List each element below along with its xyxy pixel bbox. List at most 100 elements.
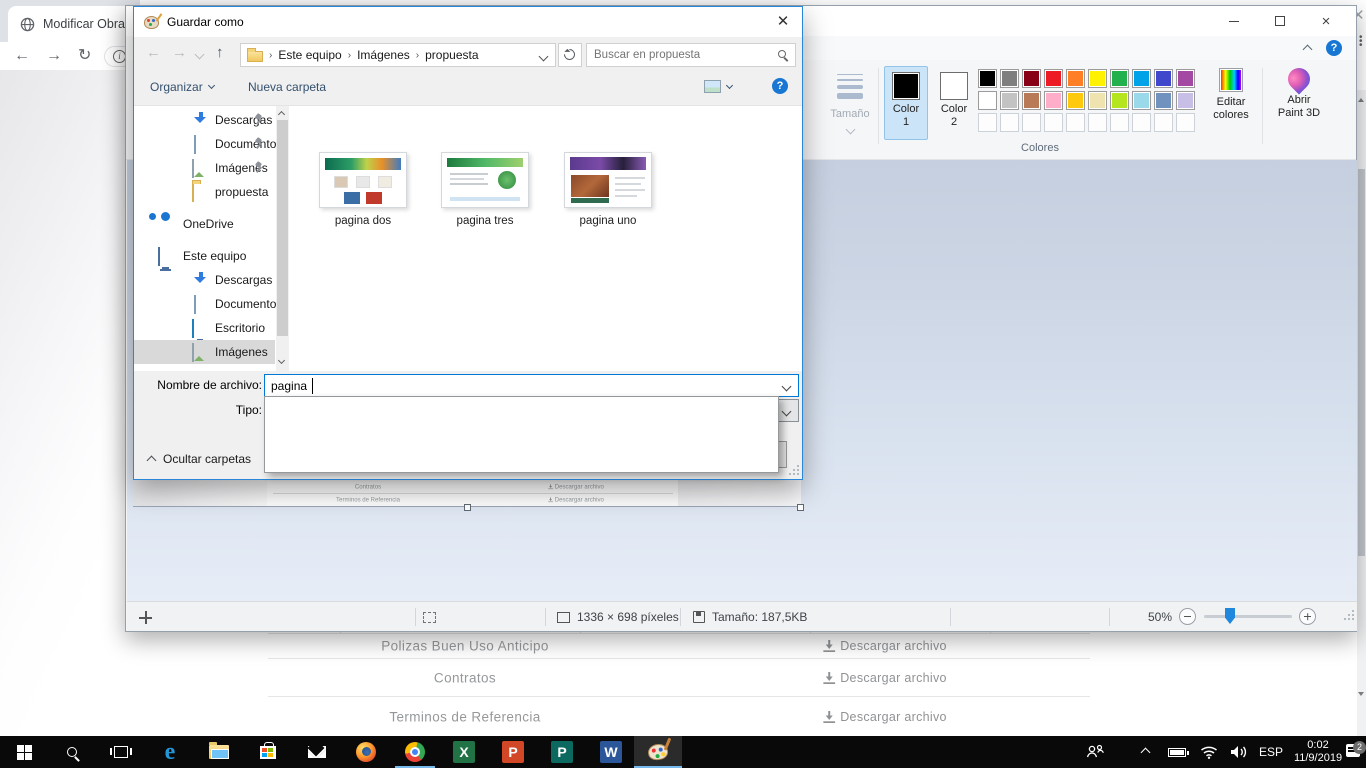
edit-colors-button[interactable]: Editar colores	[1204, 66, 1258, 122]
people-button[interactable]	[1082, 736, 1108, 768]
chrome-active-tab[interactable]: Modificar Obra/	[8, 6, 140, 42]
browser-forward-icon[interactable]: →	[46, 45, 62, 67]
nav-item-descargas[interactable]: Descargas	[134, 108, 275, 132]
volume-button[interactable]	[1226, 736, 1252, 768]
palette-swatch[interactable]	[1132, 91, 1151, 110]
network-button[interactable]	[1196, 736, 1222, 768]
powerpoint-button[interactable]: P	[489, 736, 537, 768]
palette-swatch[interactable]	[1066, 69, 1085, 88]
palette-swatch[interactable]	[1176, 91, 1195, 110]
zoom-slider-thumb[interactable]	[1225, 608, 1235, 624]
palette-swatch-empty[interactable]	[1066, 113, 1085, 132]
nav-item-documentos[interactable]: Documentos	[134, 132, 275, 156]
breadcrumb-item[interactable]: Imágenes	[357, 48, 410, 62]
palette-swatch[interactable]	[978, 69, 997, 88]
help-icon[interactable]: ?	[772, 78, 788, 94]
palette-swatch[interactable]	[978, 91, 997, 110]
nav-scrollbar[interactable]	[276, 106, 289, 371]
palette-swatch[interactable]	[1088, 91, 1107, 110]
nav-item-onedrive[interactable]: OneDrive	[134, 212, 275, 236]
scroll-up-icon[interactable]	[1358, 98, 1364, 102]
color2-button[interactable]: Color 2	[932, 66, 976, 140]
download-link[interactable]: Descargar archivo	[823, 671, 947, 685]
file-item[interactable]: pagina uno	[564, 152, 652, 227]
filename-autocomplete-dropdown[interactable]	[264, 396, 779, 473]
palette-swatch[interactable]	[1110, 69, 1129, 88]
scrollbar-thumb[interactable]	[1358, 169, 1365, 556]
palette-swatch-empty[interactable]	[1110, 113, 1129, 132]
publisher-button[interactable]: P	[538, 736, 586, 768]
scroll-up-icon[interactable]	[278, 111, 285, 118]
palette-swatch[interactable]	[1088, 69, 1107, 88]
palette-swatch[interactable]	[1000, 91, 1019, 110]
canvas-resize-handle[interactable]	[797, 504, 804, 511]
dialog-close-icon[interactable]: ✕	[766, 7, 800, 37]
collapse-ribbon-icon[interactable]	[1303, 45, 1313, 55]
file-explorer-button[interactable]	[195, 736, 243, 768]
maximize-button[interactable]	[1257, 6, 1303, 36]
chrome-button[interactable]	[391, 736, 439, 768]
breadcrumb-dropdown-icon[interactable]	[539, 52, 549, 62]
start-button[interactable]	[0, 736, 48, 768]
scroll-down-icon[interactable]	[278, 357, 285, 364]
firefox-button[interactable]	[342, 736, 390, 768]
palette-swatch[interactable]	[1110, 91, 1129, 110]
scrollbar-thumb[interactable]	[277, 120, 288, 336]
mail-button[interactable]	[293, 736, 341, 768]
show-hidden-icons-button[interactable]	[1134, 736, 1156, 768]
nav-item-imagenes[interactable]: Imágenes	[134, 156, 275, 180]
palette-swatch[interactable]	[1154, 69, 1173, 88]
palette-swatch-empty[interactable]	[1088, 113, 1107, 132]
size-button[interactable]: Tamaño	[826, 66, 874, 140]
palette-swatch-empty[interactable]	[1132, 113, 1151, 132]
zoom-slider[interactable]	[1204, 615, 1292, 618]
organize-button[interactable]: Organizar	[150, 80, 214, 94]
nav-item-descargas2[interactable]: Descargas	[134, 268, 275, 292]
palette-swatch[interactable]	[1132, 69, 1151, 88]
palette-swatch[interactable]	[1022, 69, 1041, 88]
dialog-resize-grip[interactable]	[789, 465, 799, 475]
palette-swatch-empty[interactable]	[978, 113, 997, 132]
color1-button[interactable]: Color 1	[884, 66, 928, 140]
recent-locations-icon[interactable]	[195, 50, 205, 60]
search-input[interactable]	[594, 46, 769, 64]
palette-swatch-empty[interactable]	[1000, 113, 1019, 132]
back-icon[interactable]: ←	[146, 44, 161, 61]
palette-swatch-empty[interactable]	[1022, 113, 1041, 132]
word-button[interactable]: W	[587, 736, 635, 768]
browser-reload-icon[interactable]: ↻	[78, 45, 91, 67]
clock-button[interactable]: 0:02 11/9/2019	[1290, 739, 1346, 765]
language-button[interactable]: ESP	[1254, 736, 1288, 768]
new-folder-button[interactable]: Nueva carpeta	[248, 80, 326, 94]
paint-button[interactable]	[634, 736, 682, 768]
breadcrumb-item[interactable]: propuesta	[425, 48, 478, 62]
filename-input[interactable]: pagina	[264, 374, 799, 397]
view-mode-button[interactable]	[704, 80, 732, 93]
up-icon[interactable]: ↑	[216, 44, 224, 61]
page-scrollbar[interactable]	[1357, 90, 1366, 736]
chrome-menu-icon[interactable]: •••	[1359, 36, 1363, 48]
palette-swatch[interactable]	[1022, 91, 1041, 110]
filetype-dropdown-icon[interactable]	[782, 407, 792, 417]
palette-swatch[interactable]	[1044, 91, 1063, 110]
palette-swatch[interactable]	[1044, 69, 1063, 88]
search-box[interactable]	[586, 43, 796, 67]
excel-button[interactable]: X	[440, 736, 488, 768]
file-item[interactable]: pagina dos	[319, 152, 407, 227]
breadcrumb[interactable]: › Este equipo › Imágenes › propuesta	[240, 43, 556, 67]
task-view-button[interactable]	[97, 736, 145, 768]
action-center-button[interactable]: 2	[1346, 736, 1366, 768]
download-link[interactable]: Descargar archivo	[823, 710, 947, 724]
nav-item-documentos2[interactable]: Documentos	[134, 292, 275, 316]
nav-item-este-equipo[interactable]: Este equipo	[134, 244, 275, 268]
zoom-out-button[interactable]	[1179, 608, 1196, 625]
breadcrumb-item[interactable]: Este equipo	[278, 48, 341, 62]
nav-item-imagenes2[interactable]: Imágenes	[134, 340, 275, 364]
edge-button[interactable]: e	[146, 736, 194, 768]
nav-item-propuesta[interactable]: propuesta	[134, 180, 275, 204]
palette-swatch-empty[interactable]	[1176, 113, 1195, 132]
palette-swatch-empty[interactable]	[1154, 113, 1173, 132]
hide-folders-button[interactable]: Ocultar carpetas	[148, 452, 251, 466]
minimize-button[interactable]	[1211, 6, 1257, 36]
nav-item-escritorio[interactable]: Escritorio	[134, 316, 275, 340]
